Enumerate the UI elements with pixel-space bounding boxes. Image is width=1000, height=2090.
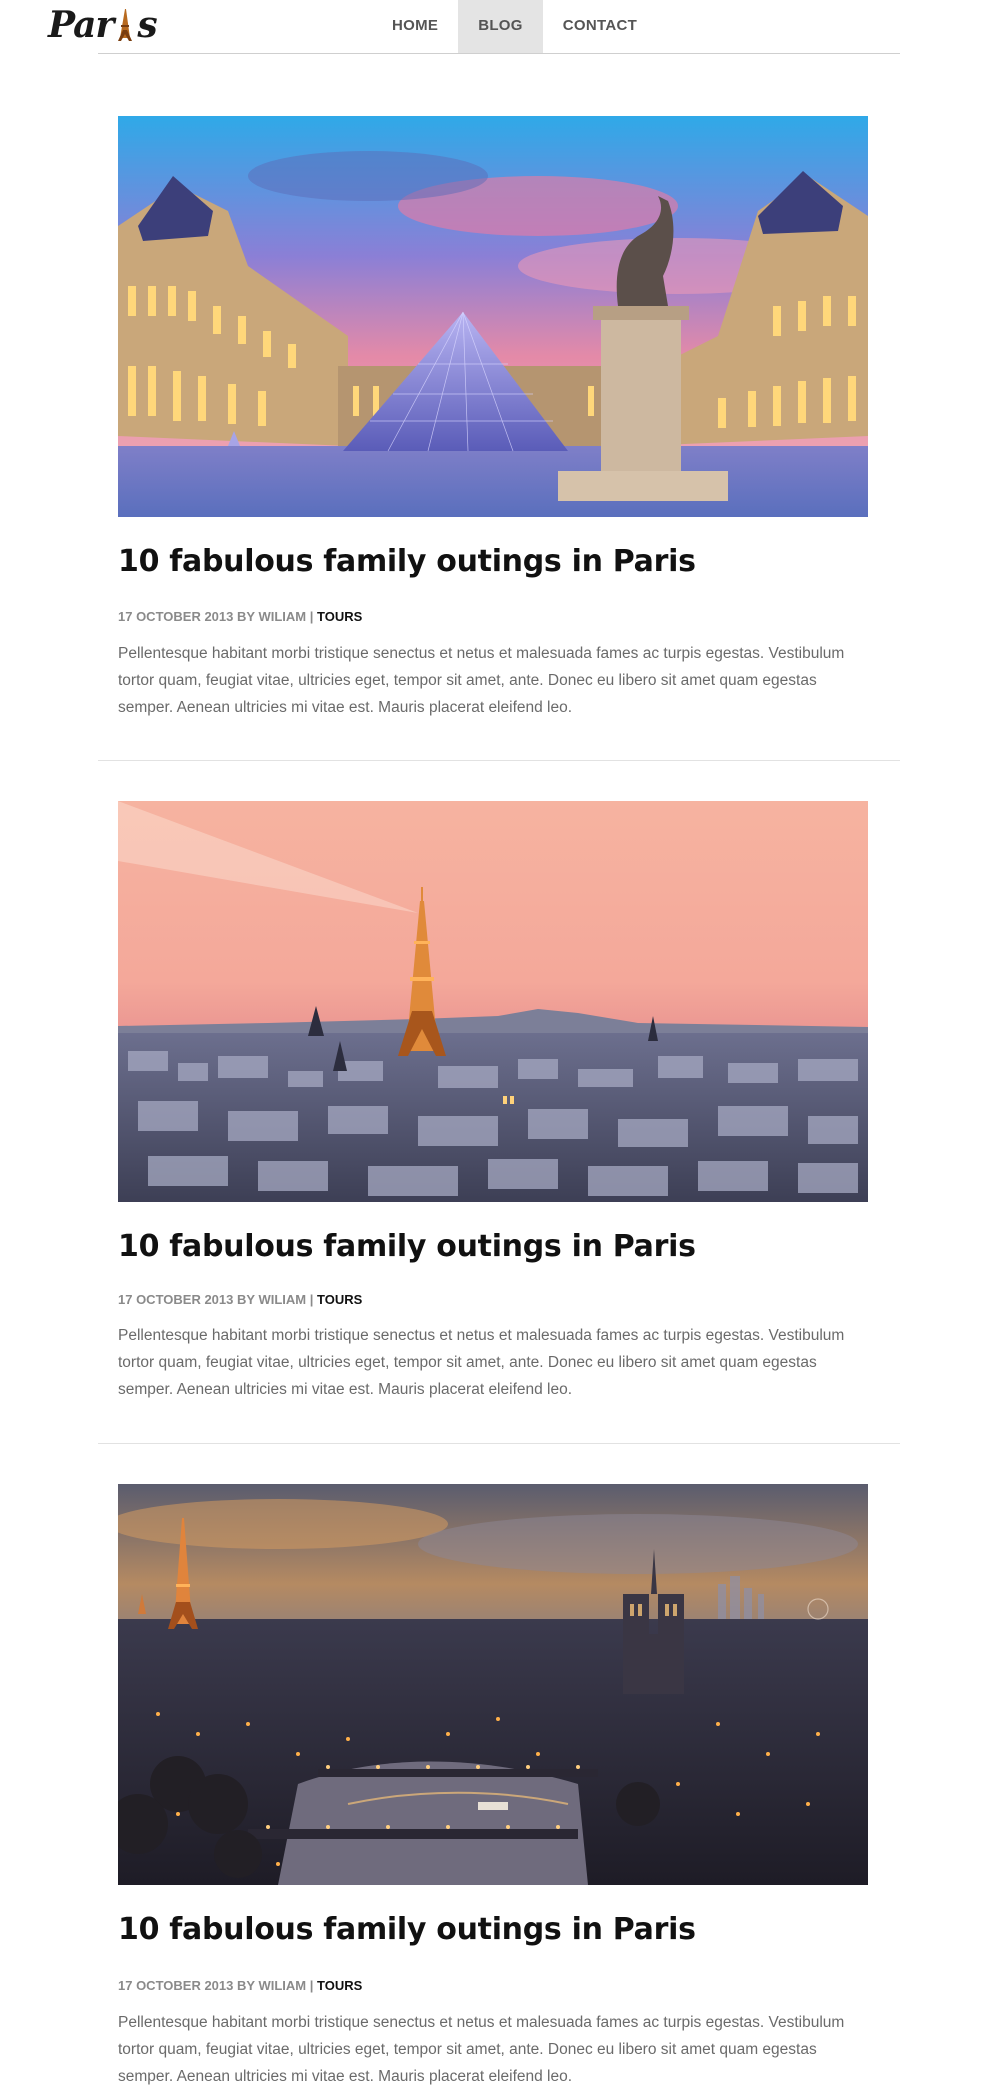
post-by: BY: [237, 609, 255, 624]
post-author[interactable]: WILIAM: [258, 609, 306, 624]
post-date: 17 OCTOBER 2013: [118, 1292, 234, 1307]
site-header: Par s HOME BLOG CONTACT: [48, 0, 900, 54]
louvre-pyramid-image: [118, 116, 868, 517]
post-date: 17 OCTOBER 2013: [118, 1978, 234, 1993]
post-meta: 17 OCTOBER 2013 BY WILIAM | TOURS: [118, 1978, 878, 1993]
meta-separator: |: [309, 609, 314, 624]
post-title[interactable]: 10 fabulous family outings in Paris: [118, 1912, 878, 1947]
post-category[interactable]: TOURS: [317, 1978, 362, 1993]
post-author[interactable]: WILIAM: [258, 1292, 306, 1307]
main-nav: HOME BLOG CONTACT: [372, 0, 657, 53]
post-by: BY: [237, 1292, 255, 1307]
post-title[interactable]: 10 fabulous family outings in Paris: [118, 544, 878, 579]
post-excerpt: Pellentesque habitant morbi tristique se…: [118, 1327, 845, 1398]
post-image-eiffel[interactable]: [118, 801, 868, 1202]
post-category[interactable]: TOURS: [317, 609, 362, 624]
post-meta: 17 OCTOBER 2013 BY WILIAM | TOURS: [118, 609, 878, 624]
post-by: BY: [237, 1978, 255, 1993]
nav-item-contact[interactable]: CONTACT: [543, 0, 657, 53]
post-divider: [98, 760, 900, 761]
logo-text-right: s: [137, 4, 157, 46]
post-date: 17 OCTOBER 2013: [118, 609, 234, 624]
eiffel-skyline-image: [118, 801, 868, 1202]
nav-item-home[interactable]: HOME: [372, 0, 458, 53]
site-logo[interactable]: Par s: [48, 2, 158, 48]
post-divider: [98, 1443, 900, 1444]
meta-separator: |: [309, 1978, 314, 1993]
notre-dame-night-image: [118, 1484, 868, 1885]
nav-item-blog[interactable]: BLOG: [458, 0, 543, 53]
post-title[interactable]: 10 fabulous family outings in Paris: [118, 1229, 878, 1264]
post-meta: 17 OCTOBER 2013 BY WILIAM | TOURS: [118, 1292, 878, 1307]
post-image-louvre[interactable]: [118, 116, 868, 517]
eiffel-tower-icon: [118, 9, 133, 41]
post-excerpt: Pellentesque habitant morbi tristique se…: [118, 645, 845, 716]
post-excerpt: Pellentesque habitant morbi tristique se…: [118, 2014, 845, 2085]
meta-separator: |: [309, 1292, 314, 1307]
post-category[interactable]: TOURS: [317, 1292, 362, 1307]
post-author[interactable]: WILIAM: [258, 1978, 306, 1993]
logo-text-left: Par: [48, 4, 114, 46]
post-image-notre-dame[interactable]: [118, 1484, 868, 1885]
